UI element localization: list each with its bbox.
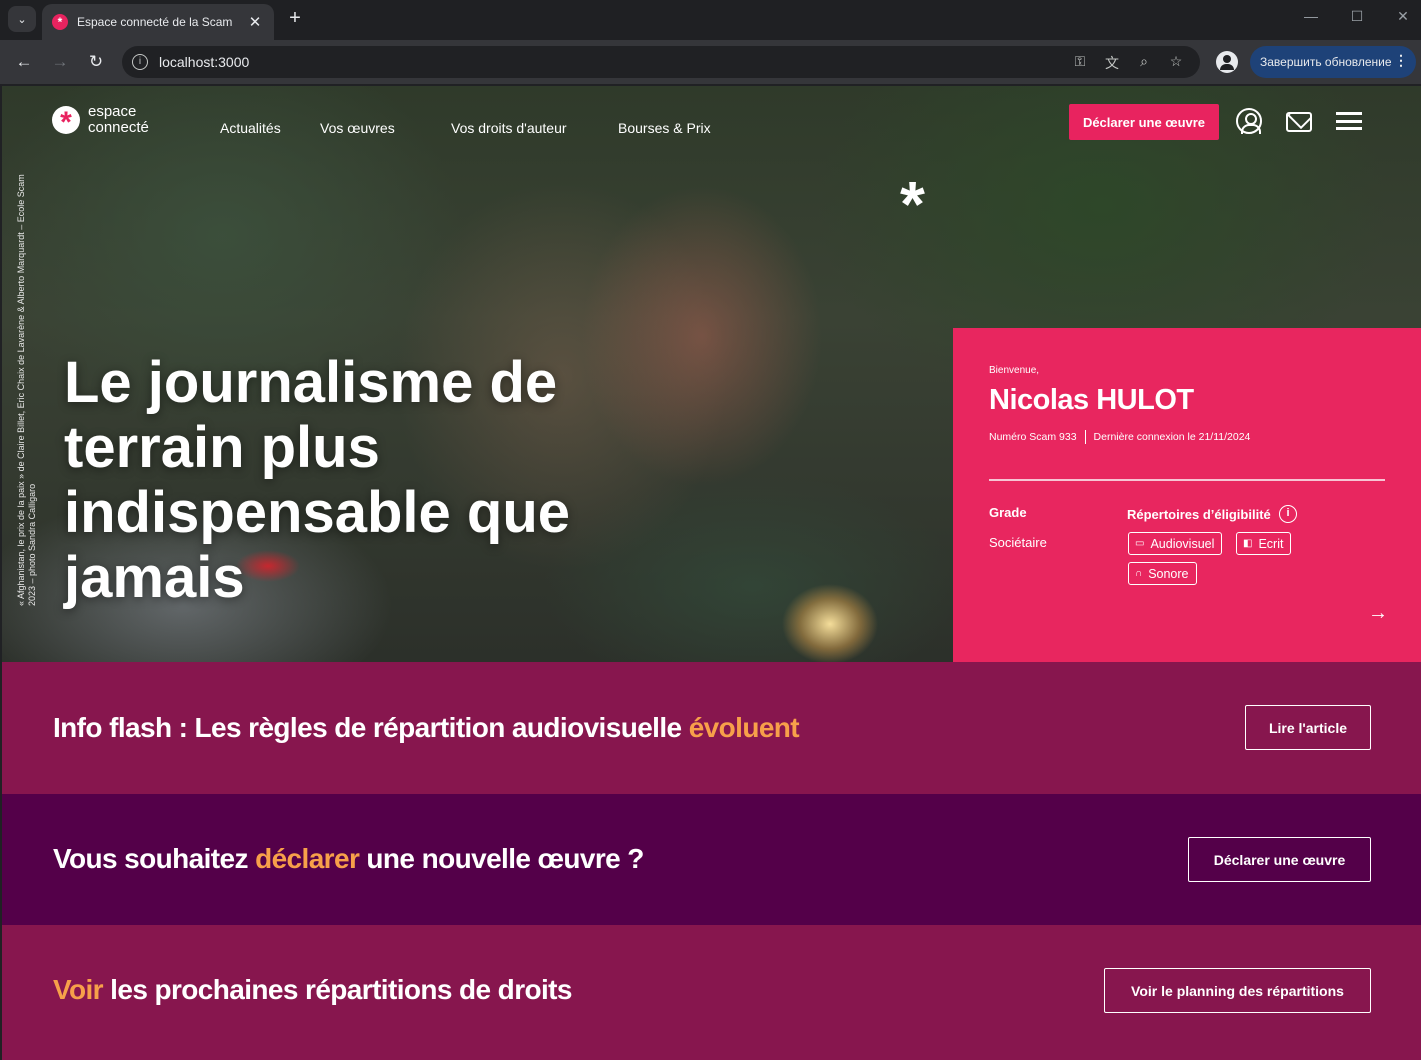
declare-highlight: déclarer [255,843,360,874]
monitor-icon: ▭ [1135,538,1145,549]
declare-work-button[interactable]: Déclarer une œuvre [1188,837,1371,882]
declare-suffix: une nouvelle œuvre ? [359,843,644,874]
nav-item-bourses[interactable]: Bourses & Prix [618,120,711,136]
planning-band: Voir les prochaines répartitions de droi… [2,925,1421,1060]
photo-credit: « Afghanistan, le prix de la paix » de C… [16,174,37,606]
logo-asterisk-icon[interactable]: * [52,106,80,139]
back-button[interactable]: ← [11,50,37,74]
welcome-card: Bienvenue, Nicolas HULOT Numéro Scam 933… [953,328,1421,662]
zoom-icon[interactable]: ⌕ [1134,53,1154,71]
favicon-icon: * [52,14,68,30]
meta-divider [1084,430,1086,444]
member-name: Nicolas HULOT [989,384,1194,416]
declare-prefix: Vous souhaitez [53,843,256,874]
maximize-button[interactable]: ☐ [1342,8,1372,25]
info-flash-highlight: évoluent [688,712,800,743]
url-text[interactable]: localhost:3000 [159,54,249,70]
tag-ecrit: ◧ Ecrit [1236,532,1292,555]
tag-sonore-label: Sonore [1148,566,1189,581]
repertoires-label: Répertoires d’éligibilité [1127,507,1271,522]
welcome-greeting: Bienvenue, [989,365,1040,376]
arrow-left-icon: ← [15,52,33,71]
planning-highlight: Voir [53,974,104,1005]
declare-band: Vous souhaitez déclarer une nouvelle œuv… [2,794,1421,925]
logo-text[interactable]: espace connecté [88,104,149,136]
welcome-divider [989,479,1385,481]
password-key-icon[interactable]: ⚿ [1070,53,1090,71]
tab-title: Espace connecté de la Scam [77,15,233,29]
last-login: Dernière connexion le 21/11/2024 [1093,431,1251,443]
nav-item-oeuvres[interactable]: Vos œuvres [320,120,395,136]
browser-tab[interactable]: * Espace connecté de la Scam ✕ [42,4,274,40]
view-planning-button[interactable]: Voir le planning des répartitions [1104,968,1371,1013]
address-bar[interactable]: i localhost:3000 ⚿ 文 ⌕ ☆ [122,46,1200,78]
info-flash-prefix: Info flash : Les règles de répartition a… [53,712,689,743]
read-article-button[interactable]: Lire l'article [1245,705,1371,750]
hero-title: Le journalisme de terrain plus indispens… [64,350,570,610]
forward-button[interactable]: → [47,50,73,74]
declare-work-header-button[interactable]: Déclarer une œuvre [1069,104,1219,140]
mail-icon[interactable] [1286,112,1312,132]
arrow-right-icon: → [51,52,69,71]
grade-value: Sociétaire [989,535,1047,550]
logo-line-2: connecté [88,119,149,136]
tab-search-button[interactable]: ⌄ [8,6,36,32]
headphones-icon: ∩ [1135,568,1143,579]
info-flash-band: Info flash : Les règles de répartition a… [2,662,1421,794]
profile-avatar-icon[interactable] [1216,51,1238,73]
declare-text: Vous souhaitez déclarer une nouvelle œuv… [53,843,644,875]
update-browser-button[interactable]: Завершить обновление ⋮ [1250,46,1416,78]
grade-label: Grade [989,505,1027,520]
info-icon[interactable]: i [1279,505,1297,523]
tag-sonore: ∩ Sonore [1128,562,1197,585]
bookmark-star-icon[interactable]: ☆ [1166,53,1186,71]
account-icon[interactable] [1236,108,1262,134]
reload-icon: ↻ [88,52,104,71]
browser-tabbar: ⌄ * Espace connecté de la Scam ✕ + — ☐ ✕ [0,0,1421,40]
info-flash-text: Info flash : Les règles de répartition a… [53,712,800,744]
tag-audiovisuel-label: Audiovisuel [1150,536,1215,551]
translate-icon[interactable]: 文 [1102,53,1122,71]
new-tab-button[interactable]: + [284,7,306,30]
nav-item-droits[interactable]: Vos droits d'auteur [451,120,567,136]
book-icon: ◧ [1243,538,1253,549]
page-content: * espace connecté Actualités Vos œuvres … [2,86,1421,1060]
member-meta: Numéro Scam 933 Dernière connexion le 21… [989,430,1250,444]
hero-section: * espace connecté Actualités Vos œuvres … [2,86,1421,662]
asterisk-decoration-icon: * [900,168,925,240]
planning-text: Voir les prochaines répartitions de droi… [53,974,572,1006]
site-info-icon[interactable]: i [132,54,148,70]
browser-toolbar: ← → ↻ i localhost:3000 ⚿ 文 ⌕ ☆ Завершить… [0,40,1421,84]
arrow-right-icon[interactable]: → [1368,602,1388,625]
tag-audiovisuel: ▭ Audiovisuel [1128,532,1223,555]
menu-icon[interactable] [1336,112,1362,130]
nav-item-actualites[interactable]: Actualités [220,120,281,136]
tag-ecrit-label: Ecrit [1258,536,1284,551]
tab-close-icon[interactable]: ✕ [246,13,264,31]
minimize-button[interactable]: — [1296,8,1326,24]
close-window-button[interactable]: ✕ [1388,8,1418,25]
member-number: Numéro Scam 933 [989,431,1077,443]
update-label: Завершить обновление [1260,55,1392,69]
planning-suffix: les prochaines répartitions de droits [102,974,572,1005]
logo-line-1: espace [88,103,137,120]
more-menu-icon[interactable]: ⋮ [1394,52,1408,69]
chevron-down-icon: ⌄ [17,13,27,26]
reload-button[interactable]: ↻ [83,50,109,74]
